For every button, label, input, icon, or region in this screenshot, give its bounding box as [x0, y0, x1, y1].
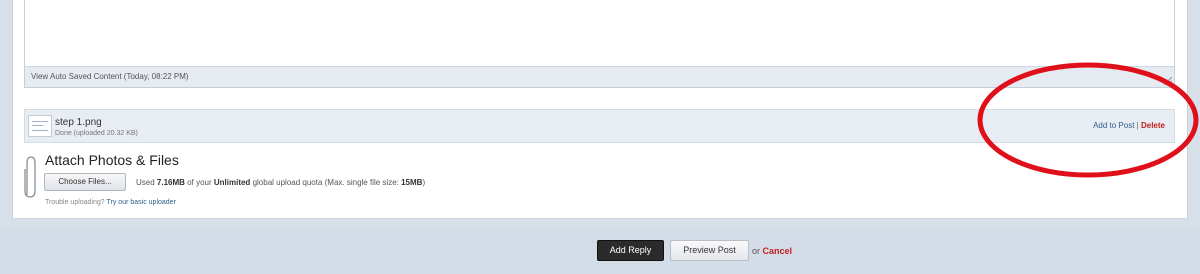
- quota-type-value: Unlimited: [213, 178, 251, 187]
- basic-uploader-link[interactable]: Try our basic uploader: [107, 199, 176, 206]
- attach-files-heading: Attach Photos & Files: [45, 152, 179, 168]
- cancel-link[interactable]: Cancel: [763, 246, 793, 256]
- cancel-area: or Cancel: [752, 246, 793, 256]
- view-autosaved-link[interactable]: View Auto Saved Content (Today, 08:22 PM…: [31, 72, 189, 81]
- upload-quota-text: Used 7.16MB of your Unlimited global upl…: [136, 178, 426, 187]
- attachment-filename: step 1.png: [55, 117, 102, 128]
- paperclip-icon: [24, 156, 36, 198]
- preview-post-button[interactable]: Preview Post: [670, 240, 749, 261]
- annotation-circle: [977, 62, 1199, 178]
- quota-used-value: 7.16MB: [156, 178, 185, 187]
- attachment-status: Done (uploaded 20.32 KB): [55, 130, 138, 137]
- trouble-uploading-text: Trouble uploading? Try our basic uploade…: [45, 199, 176, 206]
- file-thumbnail-icon: [28, 115, 52, 137]
- choose-files-button[interactable]: Choose Files...: [44, 173, 126, 191]
- max-file-size-value: 15MB: [401, 178, 423, 187]
- add-reply-button[interactable]: Add Reply: [597, 240, 664, 261]
